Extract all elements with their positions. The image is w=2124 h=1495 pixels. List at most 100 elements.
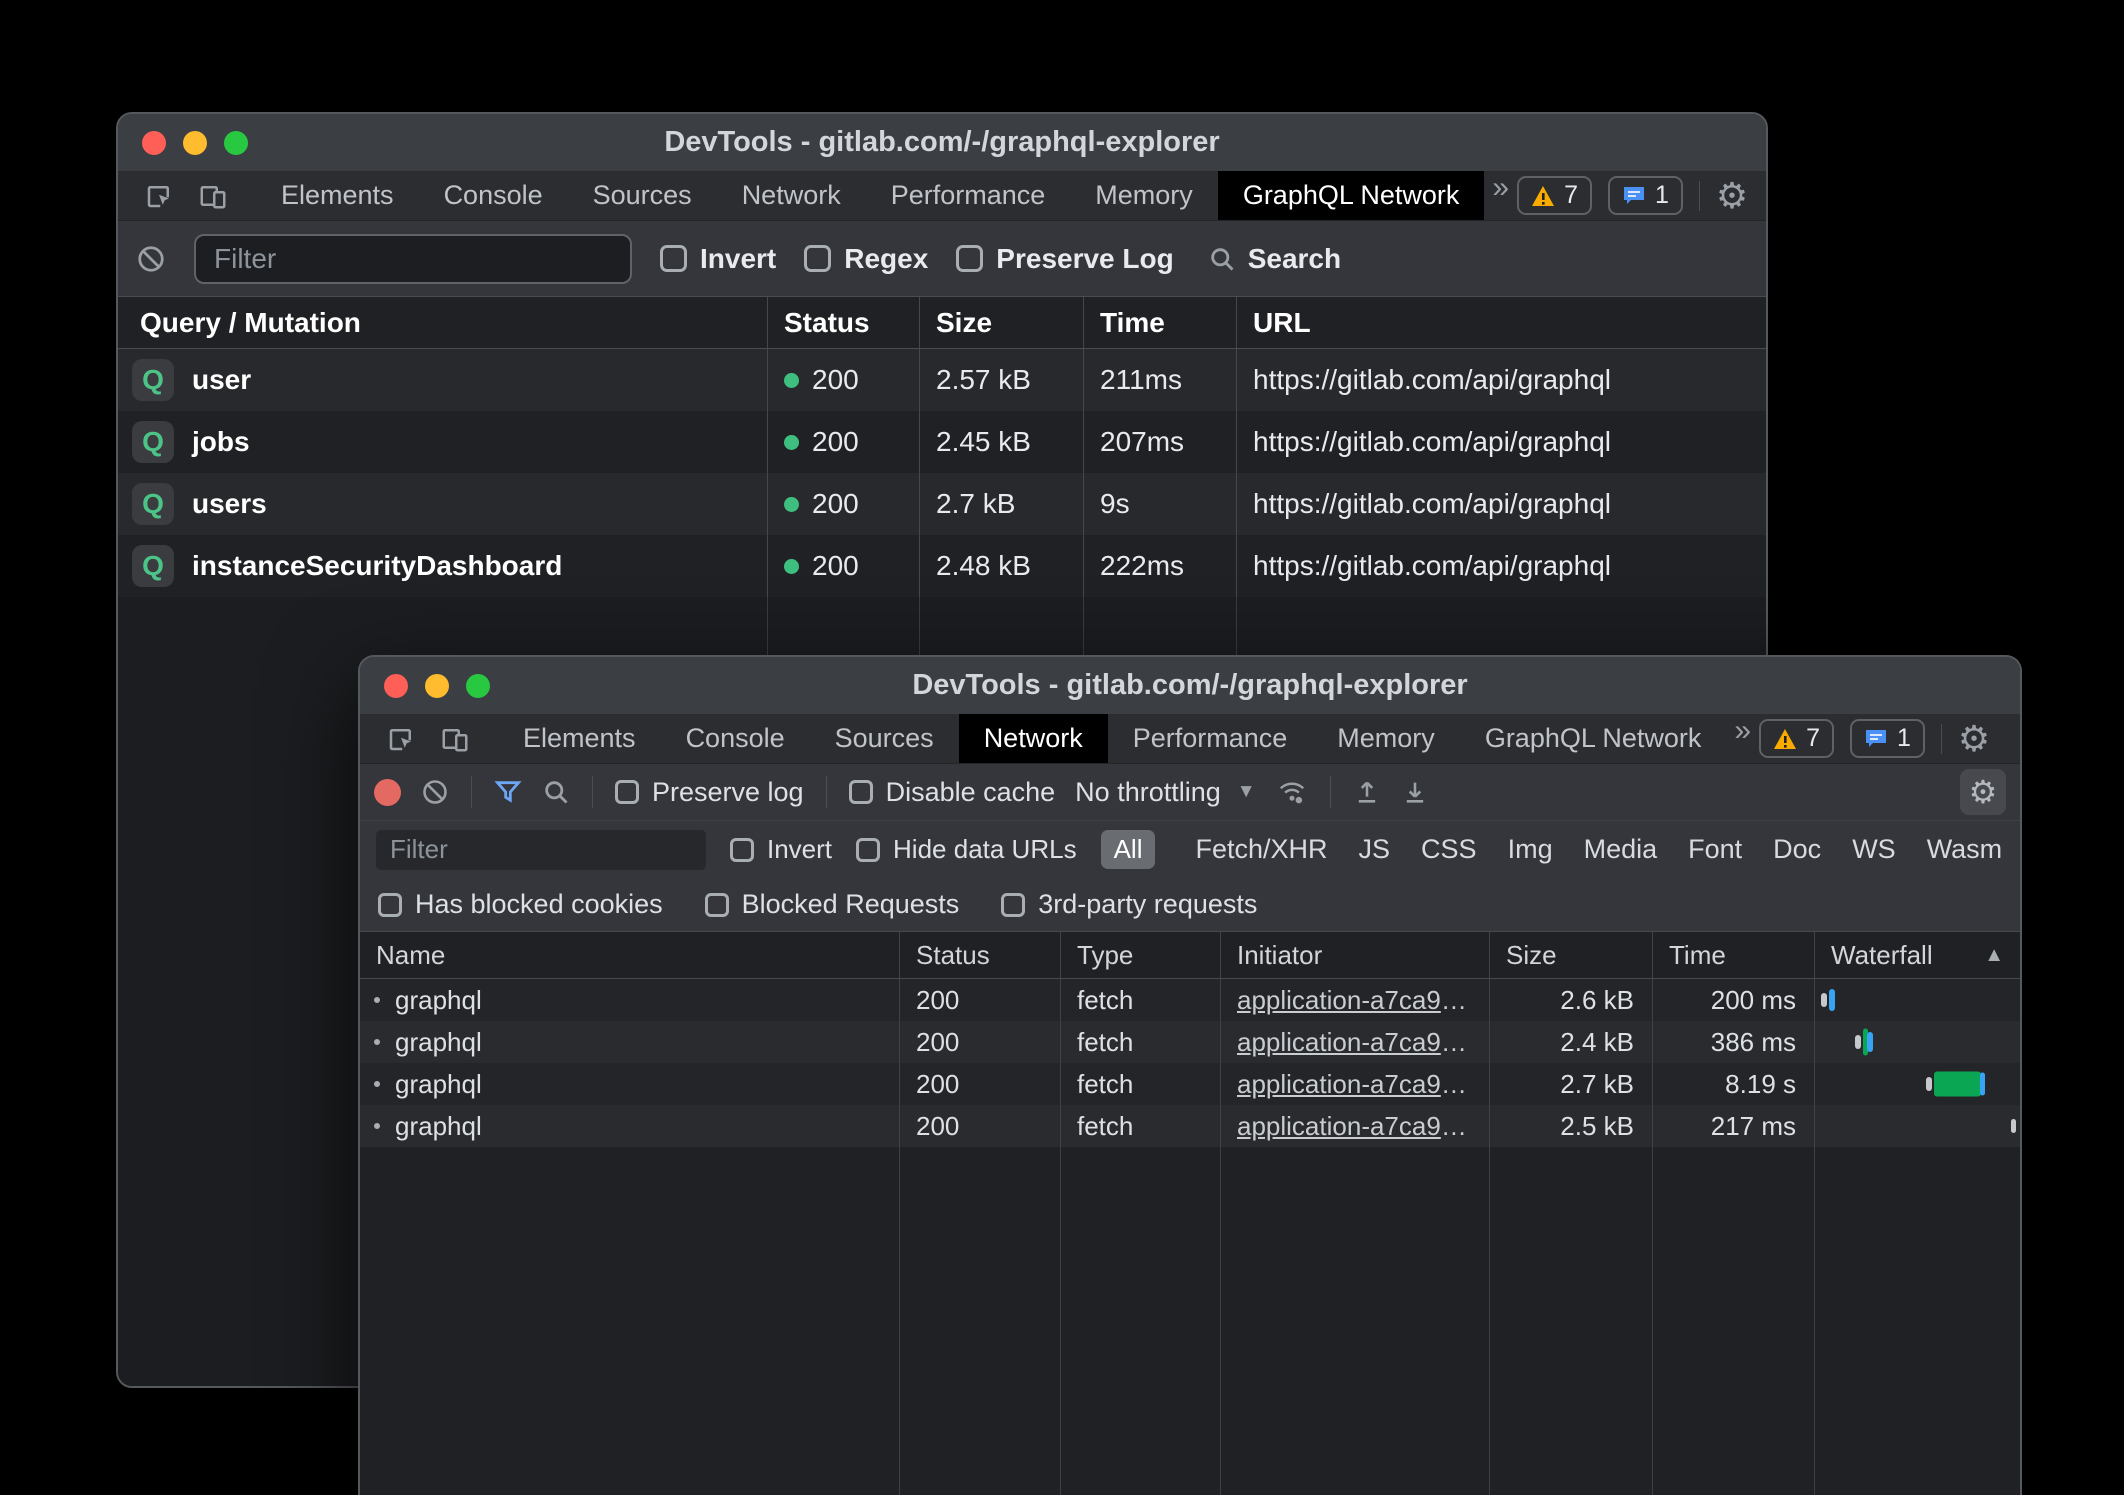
table-row[interactable]: Qjobs 200 2.45 kB 207ms https://gitlab.c… bbox=[118, 411, 1766, 473]
column-header-time[interactable]: Time bbox=[1084, 297, 1237, 348]
regex-checkbox[interactable]: Regex bbox=[804, 243, 928, 275]
search-toggle[interactable]: Search bbox=[1208, 243, 1341, 275]
row-checkbox[interactable] bbox=[374, 997, 380, 1003]
settings-gear-icon[interactable]: ⚙ bbox=[1958, 721, 1990, 757]
disable-cache-checkbox[interactable]: Disable cache bbox=[849, 777, 1056, 808]
row-checkbox[interactable] bbox=[374, 1081, 380, 1087]
clear-network-log-icon[interactable] bbox=[421, 778, 449, 806]
table-row[interactable]: graphql 200 fetch application-a7ca9d0… 2… bbox=[360, 1063, 2020, 1105]
more-tabs-icon[interactable]: » bbox=[1484, 171, 1517, 220]
titlebar[interactable]: DevTools - gitlab.com/-/graphql-explorer bbox=[360, 657, 2020, 714]
filter-funnel-icon[interactable] bbox=[494, 778, 522, 806]
export-har-icon[interactable] bbox=[1401, 778, 1429, 806]
table-row[interactable]: Qusers 200 2.7 kB 9s https://gitlab.com/… bbox=[118, 473, 1766, 535]
type-filter-img[interactable]: Img bbox=[1508, 834, 1553, 865]
network-settings-button[interactable]: ⚙ bbox=[1960, 769, 2006, 815]
network-filter-input[interactable] bbox=[376, 830, 706, 870]
type-filter-fetch-xhr[interactable]: Fetch/XHR bbox=[1195, 834, 1327, 865]
row-checkbox[interactable] bbox=[374, 1123, 380, 1129]
checkbox[interactable] bbox=[856, 838, 880, 862]
issues-badge[interactable]: 1 bbox=[1608, 176, 1683, 215]
type-filter-wasm[interactable]: Wasm bbox=[1927, 834, 2003, 865]
column-header-url[interactable]: URL bbox=[1237, 297, 1766, 348]
initiator-link[interactable]: application-a7ca9d0… bbox=[1237, 1111, 1473, 1142]
tab-performance[interactable]: Performance bbox=[1108, 714, 1313, 763]
tab-elements[interactable]: Elements bbox=[256, 171, 419, 220]
preserve-log-checkbox[interactable]: Preserve log bbox=[615, 777, 804, 808]
invert-checkbox[interactable]: Invert bbox=[730, 834, 832, 865]
waterfall-bar[interactable] bbox=[1815, 979, 2020, 1021]
preserve-log-checkbox[interactable]: Preserve Log bbox=[956, 243, 1173, 275]
waterfall-bar[interactable] bbox=[1815, 1021, 2020, 1063]
device-toolbar-icon[interactable] bbox=[428, 714, 482, 763]
initiator-link[interactable]: application-a7ca9d0… bbox=[1237, 985, 1473, 1016]
checkbox[interactable] bbox=[615, 780, 639, 804]
waterfall-bar[interactable] bbox=[1815, 1063, 2020, 1105]
column-header-waterfall[interactable]: Waterfall ▲ bbox=[1815, 932, 2020, 978]
type-filter-ws[interactable]: WS bbox=[1852, 834, 1896, 865]
tab-sources[interactable]: Sources bbox=[568, 171, 717, 220]
table-row[interactable]: QinstanceSecurityDashboard 200 2.48 kB 2… bbox=[118, 535, 1766, 597]
type-filter-css[interactable]: CSS bbox=[1421, 834, 1477, 865]
throttling-dropdown[interactable]: No throttling ▼ bbox=[1075, 777, 1255, 808]
titlebar[interactable]: DevTools - gitlab.com/-/graphql-explorer bbox=[118, 114, 1766, 171]
type-filter-all[interactable]: All bbox=[1101, 830, 1156, 869]
invert-checkbox[interactable]: Invert bbox=[660, 243, 776, 275]
warnings-badge[interactable]: 7 bbox=[1759, 719, 1834, 758]
warnings-badge[interactable]: 7 bbox=[1517, 176, 1592, 215]
column-header-status[interactable]: Status bbox=[768, 297, 920, 348]
customize-menu-icon[interactable]: ⋮ bbox=[2006, 722, 2022, 756]
table-row[interactable]: graphql 200 fetch application-a7ca9d0… 2… bbox=[360, 1105, 2020, 1147]
checkbox[interactable] bbox=[705, 893, 729, 917]
row-checkbox[interactable] bbox=[374, 1039, 380, 1045]
checkbox[interactable] bbox=[956, 245, 983, 272]
tab-console[interactable]: Console bbox=[661, 714, 810, 763]
record-button[interactable] bbox=[374, 779, 401, 806]
issues-badge[interactable]: 1 bbox=[1850, 719, 1925, 758]
checkbox[interactable] bbox=[804, 245, 831, 272]
column-header-type[interactable]: Type bbox=[1061, 932, 1221, 978]
tab-console[interactable]: Console bbox=[419, 171, 568, 220]
tab-memory[interactable]: Memory bbox=[1070, 171, 1218, 220]
customize-menu-icon[interactable]: ⋮ bbox=[1764, 179, 1768, 213]
tab-performance[interactable]: Performance bbox=[866, 171, 1071, 220]
checkbox[interactable] bbox=[660, 245, 687, 272]
search-icon[interactable] bbox=[542, 778, 570, 806]
table-row[interactable]: Quser 200 2.57 kB 211ms https://gitlab.c… bbox=[118, 349, 1766, 411]
checkbox[interactable] bbox=[1001, 893, 1025, 917]
tab-elements[interactable]: Elements bbox=[498, 714, 661, 763]
tab-graphql-network[interactable]: GraphQL Network bbox=[1218, 171, 1485, 220]
network-conditions-icon[interactable] bbox=[1276, 777, 1308, 807]
tab-graphql-network[interactable]: GraphQL Network bbox=[1460, 714, 1727, 763]
initiator-link[interactable]: application-a7ca9d0… bbox=[1237, 1027, 1473, 1058]
type-filter-js[interactable]: JS bbox=[1359, 834, 1391, 865]
block-clear-icon[interactable] bbox=[136, 244, 166, 274]
column-header-size[interactable]: Size bbox=[920, 297, 1084, 348]
checkbox[interactable] bbox=[378, 893, 402, 917]
waterfall-bar[interactable] bbox=[1815, 1105, 2020, 1147]
settings-gear-icon[interactable]: ⚙ bbox=[1716, 178, 1748, 214]
column-header-size[interactable]: Size bbox=[1490, 932, 1653, 978]
column-header-initiator[interactable]: Initiator bbox=[1221, 932, 1490, 978]
hide-data-urls-checkbox[interactable]: Hide data URLs bbox=[856, 834, 1077, 865]
tab-network[interactable]: Network bbox=[717, 171, 866, 220]
blocked-requests-checkbox[interactable]: Blocked Requests bbox=[705, 889, 960, 920]
column-header-status[interactable]: Status bbox=[900, 932, 1061, 978]
column-header-name[interactable]: Name bbox=[360, 932, 900, 978]
inspect-element-icon[interactable] bbox=[132, 171, 186, 220]
table-row[interactable]: graphql 200 fetch application-a7ca9d0… 2… bbox=[360, 1021, 2020, 1063]
import-har-icon[interactable] bbox=[1353, 778, 1381, 806]
initiator-link[interactable]: application-a7ca9d0… bbox=[1237, 1069, 1473, 1100]
column-header-query-mutation[interactable]: Query / Mutation bbox=[118, 297, 768, 348]
column-header-time[interactable]: Time bbox=[1653, 932, 1815, 978]
has-blocked-cookies-checkbox[interactable]: Has blocked cookies bbox=[378, 889, 663, 920]
table-row[interactable]: graphql 200 fetch application-a7ca9d0… 2… bbox=[360, 979, 2020, 1021]
tab-network[interactable]: Network bbox=[959, 714, 1108, 763]
type-filter-font[interactable]: Font bbox=[1688, 834, 1742, 865]
filter-input[interactable] bbox=[194, 234, 632, 284]
inspect-element-icon[interactable] bbox=[374, 714, 428, 763]
device-toolbar-icon[interactable] bbox=[186, 171, 240, 220]
tab-sources[interactable]: Sources bbox=[810, 714, 959, 763]
tab-memory[interactable]: Memory bbox=[1312, 714, 1460, 763]
checkbox[interactable] bbox=[730, 838, 754, 862]
